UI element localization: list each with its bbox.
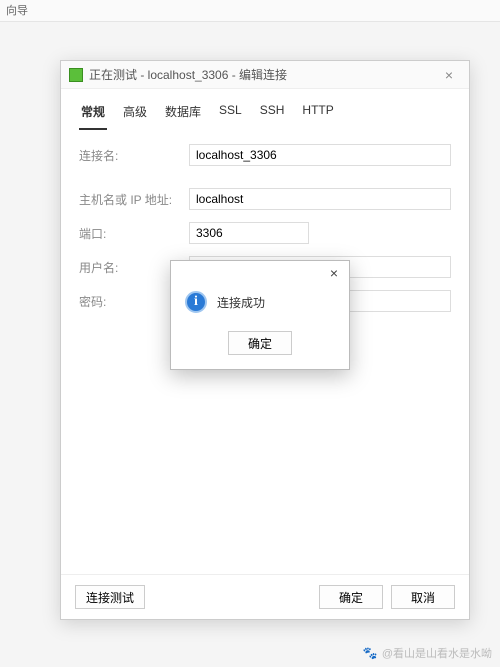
conn-name-input[interactable] bbox=[189, 144, 451, 166]
tab-database[interactable]: 数据库 bbox=[163, 99, 203, 130]
close-icon[interactable]: × bbox=[437, 67, 461, 83]
modal-ok-button[interactable]: 确定 bbox=[228, 331, 292, 355]
port-label: 端口: bbox=[79, 225, 189, 242]
test-connection-button[interactable]: 连接测试 bbox=[75, 585, 145, 609]
host-input[interactable] bbox=[189, 188, 451, 210]
modal-titlebar: × bbox=[171, 261, 349, 285]
dialog-titlebar: 正在测试 - localhost_3306 - 编辑连接 × bbox=[61, 61, 469, 89]
dialog-footer: 连接测试 确定 取消 bbox=[61, 574, 469, 619]
info-icon: i bbox=[185, 291, 207, 313]
tab-ssh[interactable]: SSH bbox=[258, 99, 287, 130]
tab-strip: 常规 高级 数据库 SSL SSH HTTP bbox=[61, 89, 469, 130]
cancel-button[interactable]: 取消 bbox=[391, 585, 455, 609]
watermark-text: @看山是山看水是水呦 bbox=[382, 645, 492, 661]
modal-message: 连接成功 bbox=[217, 294, 265, 311]
watermark: 🐾 @看山是山看水是水呦 bbox=[363, 645, 492, 661]
tab-general[interactable]: 常规 bbox=[79, 99, 107, 130]
modal-close-icon[interactable]: × bbox=[325, 265, 343, 281]
conn-name-label: 连接名: bbox=[79, 147, 189, 164]
top-strip-text: 向导 bbox=[6, 5, 28, 17]
tab-advanced[interactable]: 高级 bbox=[121, 99, 149, 130]
tab-http[interactable]: HTTP bbox=[300, 99, 335, 130]
ok-button[interactable]: 确定 bbox=[319, 585, 383, 609]
host-label: 主机名或 IP 地址: bbox=[79, 191, 189, 208]
port-input[interactable] bbox=[189, 222, 309, 244]
window-top-strip: 向导 bbox=[0, 0, 500, 22]
result-modal: × i 连接成功 确定 bbox=[170, 260, 350, 370]
tab-ssl[interactable]: SSL bbox=[217, 99, 244, 130]
paw-icon: 🐾 bbox=[363, 646, 378, 660]
app-icon bbox=[69, 68, 83, 82]
dialog-title: 正在测试 - localhost_3306 - 编辑连接 bbox=[89, 66, 437, 83]
